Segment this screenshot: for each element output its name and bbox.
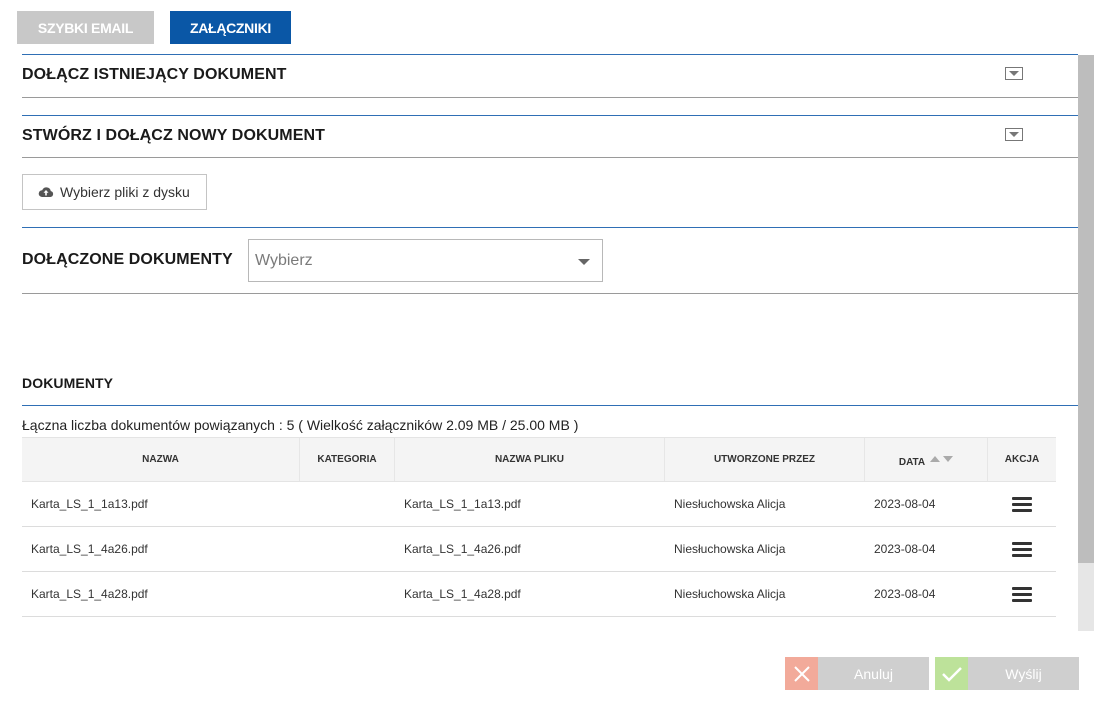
collapse-toggle-icon[interactable] xyxy=(1005,67,1023,80)
checkmark-icon xyxy=(935,657,968,690)
cell-action xyxy=(988,527,1056,571)
upload-files-button[interactable]: Wybierz pliki z dysku xyxy=(22,174,207,210)
section-title-attach-existing: DOŁĄCZ ISTNIEJĄCY DOKUMENT xyxy=(22,66,287,83)
cell-file-name: Karta_LS_1_1a13.pdf xyxy=(404,497,521,511)
column-header-name[interactable]: NAZWA xyxy=(22,438,300,481)
section-divider xyxy=(22,115,1078,116)
cell-action xyxy=(988,482,1056,526)
cell-file-name: Karta_LS_1_4a26.pdf xyxy=(404,542,521,556)
section-divider xyxy=(22,227,1078,228)
section-divider xyxy=(22,54,1078,55)
column-header-category[interactable]: KATEGORIA xyxy=(300,438,395,481)
sort-ascending-icon[interactable] xyxy=(930,455,941,462)
cell-name: Karta_LS_1_4a26.pdf xyxy=(31,542,148,556)
cell-file-name: Karta_LS_1_4a28.pdf xyxy=(404,587,521,601)
section-divider xyxy=(22,293,1078,294)
scrollbar-thumb[interactable] xyxy=(1078,55,1094,563)
attached-documents-select[interactable]: Wybierz xyxy=(248,239,603,282)
cell-category xyxy=(300,482,395,526)
send-button[interactable]: Wyślij xyxy=(935,657,1079,690)
collapse-toggle-icon[interactable] xyxy=(1005,128,1023,141)
hamburger-menu-icon[interactable] xyxy=(1012,541,1032,557)
send-button-label: Wyślij xyxy=(1005,665,1042,682)
column-header-file-name[interactable]: NAZWA PLIKU xyxy=(395,438,665,481)
documents-table: NAZWA KATEGORIA NAZWA PLIKU UTWORZONE PR… xyxy=(22,437,1056,617)
tab-quick-email[interactable]: SZYBKI EMAIL xyxy=(17,11,154,44)
documents-summary: Łączna liczba dokumentów powiązanych : 5… xyxy=(22,417,579,433)
cloud-upload-icon xyxy=(38,187,54,197)
cell-created-by: Niesłuchowska Alicja xyxy=(674,497,786,511)
cell-name: Karta_LS_1_1a13.pdf xyxy=(31,497,148,511)
column-header-date[interactable]: DATA xyxy=(865,438,988,481)
column-header-created-by[interactable]: UTWORZONE PRZEZ xyxy=(665,438,865,481)
cell-name: Karta_LS_1_4a28.pdf xyxy=(31,587,148,601)
table-row[interactable]: Karta_LS_1_4a28.pdf Karta_LS_1_4a28.pdf … xyxy=(22,572,1056,617)
cell-category xyxy=(300,572,395,616)
cancel-button[interactable]: Anuluj xyxy=(785,657,929,690)
cell-date: 2023-08-04 xyxy=(874,587,936,601)
table-row[interactable]: Karta_LS_1_1a13.pdf Karta_LS_1_1a13.pdf … xyxy=(22,482,1056,527)
hamburger-menu-icon[interactable] xyxy=(1012,496,1032,512)
section-divider xyxy=(22,157,1078,158)
section-divider xyxy=(22,97,1078,98)
section-divider xyxy=(22,405,1078,406)
upload-files-label: Wybierz pliki z dysku xyxy=(60,184,190,200)
cancel-button-label: Anuluj xyxy=(854,665,893,682)
chevron-down-icon xyxy=(578,259,590,265)
date-header-label: DATA xyxy=(898,457,926,468)
section-title-create-new: STWÓRZ I DOŁĄCZ NOWY DOKUMENT xyxy=(22,127,326,144)
hamburger-menu-icon[interactable] xyxy=(1012,586,1032,602)
section-title-documents: DOKUMENTY xyxy=(22,375,114,391)
sort-descending-icon[interactable] xyxy=(943,455,954,462)
cell-action xyxy=(988,572,1056,616)
cell-category xyxy=(300,527,395,571)
cell-date: 2023-08-04 xyxy=(874,542,936,556)
table-header: NAZWA KATEGORIA NAZWA PLIKU UTWORZONE PR… xyxy=(22,437,1056,482)
select-placeholder: Wybierz xyxy=(255,251,313,269)
section-title-attached-docs: DOŁĄCZONE DOKUMENTY xyxy=(22,251,233,268)
column-header-action: AKCJA xyxy=(1004,454,1040,465)
tab-attachments[interactable]: ZAŁĄCZNIKI xyxy=(170,11,291,44)
cell-created-by: Niesłuchowska Alicja xyxy=(674,587,786,601)
table-row[interactable]: Karta_LS_1_4a26.pdf Karta_LS_1_4a26.pdf … xyxy=(22,527,1056,572)
close-icon xyxy=(785,657,818,690)
cell-created-by: Niesłuchowska Alicja xyxy=(674,542,786,556)
cell-date: 2023-08-04 xyxy=(874,497,936,511)
